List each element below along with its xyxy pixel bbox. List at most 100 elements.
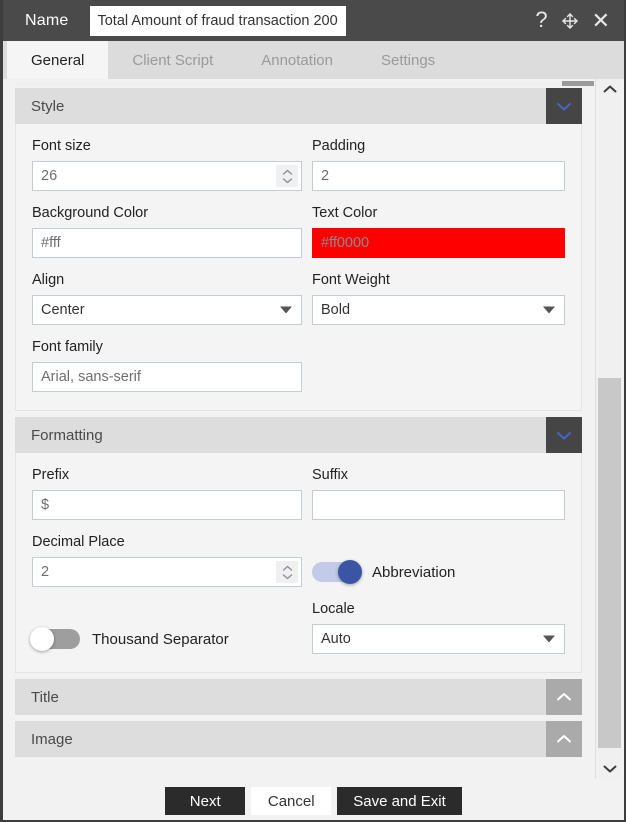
text-color-input[interactable]: #ff0000 xyxy=(312,228,565,258)
thousand-separator-toggle-row: Thousand Separator xyxy=(30,624,302,654)
decimal-place-value: 2 xyxy=(41,564,50,580)
prefix-label: Prefix xyxy=(32,467,70,483)
section-formatting-collapse-button[interactable] xyxy=(546,417,582,453)
decimal-place-label: Decimal Place xyxy=(32,534,125,550)
name-label: Name xyxy=(25,11,69,29)
font-size-input[interactable]: 26 xyxy=(32,161,302,191)
background-color-label: Background Color xyxy=(32,205,149,221)
field-suffix: Suffix xyxy=(312,467,565,520)
chevron-down-icon xyxy=(557,432,571,440)
field-thousand-separator: Thousand Separator xyxy=(30,601,302,654)
field-spacer xyxy=(312,339,565,392)
align-select[interactable]: Center xyxy=(32,295,302,325)
section-title-title: Title xyxy=(31,688,59,706)
row-align-weight: Align Center Font Weight Bold xyxy=(32,272,565,325)
font-weight-value: Bold xyxy=(321,302,351,318)
field-prefix: Prefix $ xyxy=(32,467,302,520)
decimal-place-input[interactable]: 2 xyxy=(32,557,302,587)
chevron-down-icon xyxy=(543,635,555,643)
prefix-input[interactable]: $ xyxy=(32,490,302,520)
section-image-title: Image xyxy=(31,730,73,748)
field-padding: Padding 2 xyxy=(312,138,565,191)
tab-bar: General Client Script Annotation Setting… xyxy=(3,41,624,79)
toggle-knob xyxy=(338,560,362,584)
section-formatting-title: Formatting xyxy=(31,426,103,444)
scroll-up-arrow[interactable] xyxy=(596,79,623,99)
config-dialog: Name Total Amount of fraud transaction 2… xyxy=(0,0,626,822)
background-color-input[interactable]: #fff xyxy=(32,228,302,258)
chevron-up-icon xyxy=(282,565,292,571)
tab-annotation[interactable]: Annotation xyxy=(237,41,357,79)
section-style-header[interactable]: Style xyxy=(15,88,582,124)
tab-client-script[interactable]: Client Script xyxy=(108,41,237,79)
cancel-button[interactable]: Cancel xyxy=(251,787,332,815)
dialog-footer: Next Cancel Save and Exit xyxy=(3,782,624,820)
row-font-size-padding: Font size 26 Padding 2 xyxy=(32,138,565,191)
row-separator-locale: Thousand Separator Locale Auto xyxy=(30,601,565,654)
font-size-label: Font size xyxy=(32,138,91,154)
locale-select[interactable]: Auto xyxy=(312,624,565,654)
locale-value: Auto xyxy=(321,631,351,647)
section-formatting-body: Prefix $ Suffix Decimal Place 2 Abbrevia… xyxy=(15,453,582,673)
field-decimal-place: Decimal Place 2 xyxy=(32,534,302,587)
decimal-place-stepper[interactable] xyxy=(276,561,298,583)
settings-form: Style Font size 26 Padding 2 Background … xyxy=(3,88,594,784)
titlebar-icon-group: ? ✕ xyxy=(535,8,610,33)
font-family-label: Font family xyxy=(32,339,103,355)
tab-general[interactable]: General xyxy=(7,41,109,79)
field-background-color: Background Color #fff xyxy=(32,205,302,258)
locale-label: Locale xyxy=(312,601,355,617)
thousand-separator-label: Thousand Separator xyxy=(92,630,229,648)
save-and-exit-button[interactable]: Save and Exit xyxy=(337,787,462,815)
row-font-family: Font family Arial, sans-serif xyxy=(32,339,565,392)
chevron-up-icon xyxy=(603,85,616,93)
horizontal-scrollbar-thumb[interactable] xyxy=(562,81,594,86)
section-style-body: Font size 26 Padding 2 Background Color … xyxy=(15,124,582,411)
chevron-down-icon xyxy=(282,573,292,579)
name-input[interactable]: Total Amount of fraud transaction 200 xyxy=(90,5,347,36)
field-align: Align Center xyxy=(32,272,302,325)
section-style-title: Style xyxy=(31,97,65,115)
font-weight-label: Font Weight xyxy=(312,272,390,288)
font-size-stepper[interactable] xyxy=(276,165,298,187)
field-locale: Locale Auto xyxy=(312,601,565,654)
help-icon[interactable]: ? xyxy=(535,8,547,33)
section-title-header[interactable]: Title xyxy=(15,679,582,715)
font-weight-select[interactable]: Bold xyxy=(312,295,565,325)
font-family-input[interactable]: Arial, sans-serif xyxy=(32,362,302,392)
section-image-header[interactable]: Image xyxy=(15,721,582,757)
abbreviation-toggle[interactable] xyxy=(312,560,362,584)
move-arrows-icon[interactable] xyxy=(560,11,580,31)
section-image: Image xyxy=(15,721,582,757)
section-title-collapse-button[interactable] xyxy=(546,679,582,715)
section-formatting: Formatting Prefix $ Suffix Decimal Place… xyxy=(15,417,582,673)
suffix-input[interactable] xyxy=(312,490,565,520)
vertical-scrollbar[interactable] xyxy=(595,79,622,779)
abbreviation-toggle-row: Abbreviation xyxy=(312,557,565,587)
suffix-label: Suffix xyxy=(312,467,349,483)
row-decimal-abbreviation: Decimal Place 2 Abbreviation xyxy=(32,534,565,587)
padding-input[interactable]: 2 xyxy=(312,161,565,191)
align-value: Center xyxy=(41,302,85,318)
section-title: Title xyxy=(15,679,582,715)
close-icon[interactable]: ✕ xyxy=(592,9,610,32)
scroll-down-arrow[interactable] xyxy=(596,759,623,779)
padding-label: Padding xyxy=(312,138,366,154)
field-abbreviation: Abbreviation xyxy=(312,534,565,587)
field-font-size: Font size 26 xyxy=(32,138,302,191)
vertical-scrollbar-thumb[interactable] xyxy=(598,378,621,748)
tab-settings[interactable]: Settings xyxy=(357,41,459,79)
chevron-down-icon xyxy=(557,103,571,111)
row-colors: Background Color #fff Text Color #ff0000 xyxy=(32,205,565,258)
section-style-collapse-button[interactable] xyxy=(546,88,582,124)
horizontal-scrollbar[interactable] xyxy=(15,81,594,86)
field-font-weight: Font Weight Bold xyxy=(312,272,565,325)
thousand-separator-toggle[interactable] xyxy=(30,627,80,651)
section-formatting-header[interactable]: Formatting xyxy=(15,417,582,453)
chevron-up-icon xyxy=(557,693,571,701)
next-button[interactable]: Next xyxy=(165,787,246,815)
content-area: Style Font size 26 Padding 2 Background … xyxy=(3,79,624,784)
section-image-collapse-button[interactable] xyxy=(546,721,582,757)
chevron-down-icon xyxy=(543,306,555,314)
toggle-knob xyxy=(30,627,54,651)
